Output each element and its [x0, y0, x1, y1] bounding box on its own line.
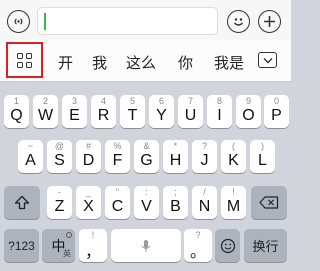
shift-icon[interactable] [4, 186, 40, 219]
key-x[interactable]: _ X [76, 186, 101, 219]
message-input[interactable] [37, 7, 218, 35]
key-l[interactable]: ) L [250, 140, 275, 173]
keyboard-screen: 开 我 这么 你 我是 1Q 2W 3E 4R 5T 6Y 7U 8I 9O 0… [0, 0, 291, 271]
key-p[interactable]: 0P [264, 95, 289, 128]
key-w[interactable]: 2W [33, 95, 58, 128]
key-j[interactable]: ? J [192, 140, 217, 173]
key-q[interactable]: 1Q [4, 95, 29, 128]
candidate-1[interactable]: 开 [58, 52, 73, 73]
key-i[interactable]: 8I [207, 95, 232, 128]
key-z[interactable]: -Z [47, 186, 72, 219]
emoji-key-icon[interactable] [215, 229, 240, 262]
emoji-icon[interactable] [227, 10, 250, 33]
key-b[interactable]: ; B [163, 186, 188, 219]
key-r[interactable]: 4R [91, 95, 116, 128]
language-sub-label: 英 [63, 249, 71, 258]
key-o[interactable]: 9O [236, 95, 261, 128]
comma-key[interactable]: !， [79, 229, 107, 262]
backspace-icon[interactable] [251, 186, 287, 219]
microphone-icon [141, 239, 151, 252]
candidate-bar: 开 我 这么 你 我是 [0, 40, 291, 82]
candidate-5[interactable]: 我是 [214, 52, 244, 73]
key-e[interactable]: 3E [62, 95, 87, 128]
candidate-2[interactable]: 我 [92, 52, 107, 73]
key-c[interactable]: " C [105, 186, 130, 219]
candidate-3[interactable]: 这么 [126, 52, 156, 73]
collapse-keyboard-icon[interactable] [258, 52, 277, 68]
key-k[interactable]: (K [221, 140, 246, 173]
key-y[interactable]: 6Y [149, 95, 174, 128]
key-u[interactable]: 7U [178, 95, 203, 128]
key-f[interactable]: % F [105, 140, 130, 173]
globe-icon [66, 232, 72, 238]
period-key[interactable]: ?。 [184, 229, 212, 262]
key-g[interactable]: & G [134, 140, 159, 173]
language-key[interactable]: 中 英 [42, 229, 75, 262]
voice-icon[interactable] [7, 10, 30, 33]
enter-key[interactable]: 换行 [244, 229, 287, 262]
space-key[interactable] [111, 229, 181, 262]
grid-menu-icon[interactable] [6, 42, 43, 78]
key-h[interactable]: * H [163, 140, 188, 173]
key-a[interactable]: ~ A [18, 140, 43, 173]
key-v[interactable]: :V [134, 186, 159, 219]
text-cursor [44, 13, 46, 30]
key-s[interactable]: @ S [47, 140, 72, 173]
numbers-key[interactable]: ?123 [4, 229, 39, 262]
key-n[interactable]: / N [192, 186, 217, 219]
candidate-4[interactable]: 你 [178, 52, 193, 73]
input-bar [0, 0, 291, 40]
key-d[interactable]: # D [76, 140, 101, 173]
plus-icon[interactable] [258, 10, 281, 33]
key-t[interactable]: 5T [120, 95, 145, 128]
key-m[interactable]: ! M [221, 186, 246, 219]
